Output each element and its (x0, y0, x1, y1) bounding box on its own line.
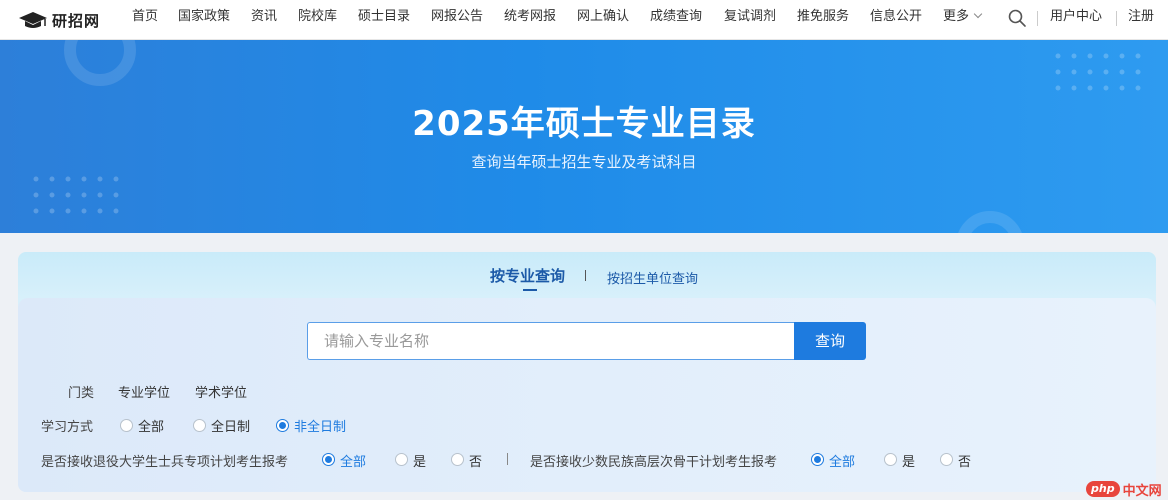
top-nav: 研招网 首页 国家政策 资讯 院校库 硕士目录 网报公告 统考网报 网上确认 成… (0, 0, 1168, 40)
more-label: 更多 (943, 9, 970, 24)
category-label: 门类 (68, 386, 95, 401)
study-all-label[interactable]: 全部 (138, 416, 164, 435)
watermark-text: 中文网 (1122, 483, 1162, 499)
study-all-radio[interactable] (120, 419, 133, 432)
nav-item-exam-apply[interactable]: 统考网报 (504, 0, 556, 40)
watermark-badge: php (1086, 481, 1120, 497)
nav-item-news[interactable]: 资讯 (251, 0, 277, 40)
nav-item-recommend[interactable]: 推免服务 (797, 0, 849, 40)
site-logo[interactable]: 研招网 (18, 7, 100, 33)
study-fulltime-label[interactable]: 全日制 (211, 416, 250, 435)
nav-item-online-confirm[interactable]: 网上确认 (577, 0, 629, 40)
veteran-yes-label[interactable]: 是 (413, 451, 426, 470)
nav-item-info-public[interactable]: 信息公开 (870, 0, 922, 40)
study-parttime-label[interactable]: 非全日制 (294, 416, 346, 435)
hero-banner: 2025年硕士专业目录 查询当年硕士招生专业及考试科目 (0, 40, 1168, 233)
page-title: 2025年硕士专业目录 (412, 104, 756, 144)
minority-yes-radio[interactable] (884, 453, 897, 466)
register-link[interactable]: 注册 (1128, 0, 1154, 40)
category-academic-degree[interactable]: 学术学位 (195, 382, 247, 401)
nav-item-adjustment[interactable]: 复试调剂 (724, 0, 776, 40)
veteran-yes-radio[interactable] (395, 453, 408, 466)
nav-item-apply-notice[interactable]: 网报公告 (431, 0, 483, 40)
nav-item-school-db[interactable]: 院校库 (298, 0, 337, 40)
study-mode-label: 学习方式 (41, 420, 94, 435)
tab-divider (585, 270, 586, 281)
active-tab-indicator (523, 289, 537, 291)
search-button[interactable]: 查询 (794, 322, 866, 360)
graduation-cap-icon (19, 12, 47, 28)
category-professional-degree[interactable]: 专业学位 (118, 382, 170, 401)
nav-item-master-catalog[interactable]: 硕士目录 (358, 0, 410, 40)
chevron-down-icon (973, 9, 983, 19)
minority-all-radio[interactable] (811, 453, 824, 466)
study-parttime-radio[interactable] (276, 419, 289, 432)
major-search-input[interactable] (307, 322, 794, 360)
minority-yes-label[interactable]: 是 (902, 451, 915, 470)
nav-item-policy[interactable]: 国家政策 (178, 0, 230, 40)
veteran-no-label[interactable]: 否 (469, 451, 482, 470)
nav-item-score-query[interactable]: 成绩查询 (650, 0, 702, 40)
veteran-plan-label: 是否接收退役大学生士兵专项计划考生报考 (41, 455, 289, 470)
minority-all-label[interactable]: 全部 (829, 451, 855, 470)
page-subtitle: 查询当年硕士招生专业及考试科目 (471, 153, 697, 171)
nav-divider (1037, 11, 1038, 26)
minority-no-radio[interactable] (940, 453, 953, 466)
user-center-link[interactable]: 用户中心 (1050, 0, 1102, 40)
minority-plan-label: 是否接收少数民族高层次骨干计划考生报考 (530, 455, 778, 470)
nav-item-more[interactable]: 更多 (943, 0, 983, 40)
veteran-all-label[interactable]: 全部 (340, 451, 366, 470)
veteran-all-radio[interactable] (322, 453, 335, 466)
tab-by-major[interactable]: 按专业查询 (490, 265, 565, 286)
watermark: php 中文网 (1086, 479, 1162, 499)
nav-divider (1116, 11, 1117, 26)
minority-no-label[interactable]: 否 (958, 451, 971, 470)
study-fulltime-radio[interactable] (193, 419, 206, 432)
veteran-no-radio[interactable] (451, 453, 464, 466)
tab-by-institution[interactable]: 按招生单位查询 (607, 268, 698, 287)
search-icon[interactable] (1007, 8, 1027, 28)
logo-text: 研招网 (52, 11, 101, 30)
filter-divider (507, 453, 508, 465)
nav-item-home[interactable]: 首页 (132, 0, 158, 40)
